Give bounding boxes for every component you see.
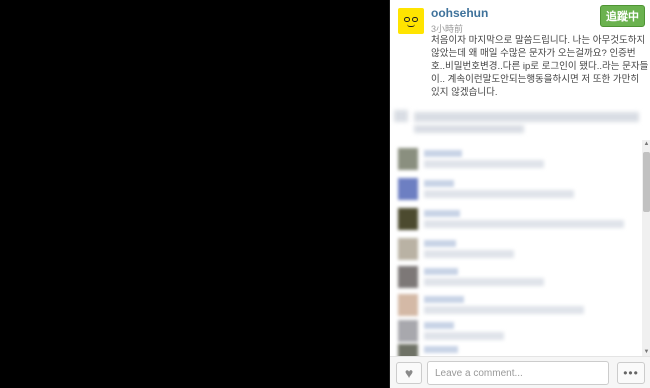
comment-item bbox=[390, 238, 642, 264]
comment-text bbox=[424, 306, 584, 314]
comment-username[interactable] bbox=[424, 150, 462, 157]
comment-item bbox=[390, 294, 642, 320]
comment-avatar[interactable] bbox=[398, 148, 418, 170]
comment-text bbox=[424, 220, 624, 228]
comment-avatar[interactable] bbox=[398, 320, 418, 342]
comments-scrollbar[interactable]: ▲ ▼ bbox=[642, 140, 650, 356]
blurred-text bbox=[414, 112, 639, 122]
scrollbar-thumb[interactable] bbox=[643, 152, 650, 212]
follow-button[interactable]: 追蹤中 bbox=[600, 5, 645, 27]
comment-username[interactable] bbox=[424, 346, 458, 353]
comment-username[interactable] bbox=[424, 240, 456, 247]
avatar-eye-right bbox=[412, 17, 418, 22]
comment-item bbox=[390, 178, 642, 204]
likes-summary bbox=[390, 104, 650, 140]
comment-avatar[interactable] bbox=[398, 266, 418, 288]
comment-text bbox=[424, 160, 544, 168]
comments-list[interactable] bbox=[390, 140, 642, 356]
comment-avatar[interactable] bbox=[398, 238, 418, 260]
comment-item bbox=[390, 208, 642, 234]
comment-username[interactable] bbox=[424, 322, 454, 329]
comment-text bbox=[424, 250, 514, 258]
blurred-text bbox=[414, 125, 524, 133]
comment-username[interactable] bbox=[424, 210, 460, 217]
post-header: oohsehun 3小時前 처음이자 마지막으로 말씀드립니다. 나는 아무것도… bbox=[390, 0, 650, 104]
comment-item bbox=[390, 266, 642, 292]
scroll-up-arrow-icon[interactable]: ▲ bbox=[643, 140, 650, 148]
more-options-icon: ••• bbox=[623, 366, 639, 380]
comment-avatar[interactable] bbox=[398, 178, 418, 200]
comment-avatar[interactable] bbox=[398, 208, 418, 230]
post-image[interactable] bbox=[0, 0, 389, 388]
comment-avatar[interactable] bbox=[398, 344, 418, 356]
comment-username[interactable] bbox=[424, 268, 458, 275]
comment-item bbox=[390, 344, 642, 356]
avatar-eye-left bbox=[404, 17, 410, 22]
more-options-button[interactable]: ••• bbox=[617, 362, 645, 384]
post-caption: 처음이자 마지막으로 말씀드립니다. 나는 아무것도하지않았는데 왜 매일 수많… bbox=[431, 35, 649, 98]
comment-footer: ♥ ••• bbox=[390, 356, 650, 388]
username-link[interactable]: oohsehun bbox=[431, 6, 488, 20]
comment-text bbox=[424, 332, 504, 340]
heart-icon: ♥ bbox=[404, 365, 414, 381]
comment-text bbox=[424, 278, 544, 286]
avatar-mouth bbox=[407, 24, 415, 27]
comment-input[interactable] bbox=[427, 361, 609, 385]
comment-item bbox=[390, 320, 642, 346]
post-side-panel: oohsehun 3小時前 처음이자 마지막으로 말씀드립니다. 나는 아무것도… bbox=[389, 0, 650, 388]
blurred-text bbox=[394, 110, 408, 122]
comment-username[interactable] bbox=[424, 180, 454, 187]
comment-text bbox=[424, 190, 574, 198]
like-button[interactable]: ♥ bbox=[396, 362, 422, 384]
avatar[interactable] bbox=[398, 8, 424, 34]
scroll-down-arrow-icon[interactable]: ▼ bbox=[643, 348, 650, 356]
comment-item bbox=[390, 148, 642, 174]
comment-avatar[interactable] bbox=[398, 294, 418, 316]
comment-username[interactable] bbox=[424, 296, 464, 303]
